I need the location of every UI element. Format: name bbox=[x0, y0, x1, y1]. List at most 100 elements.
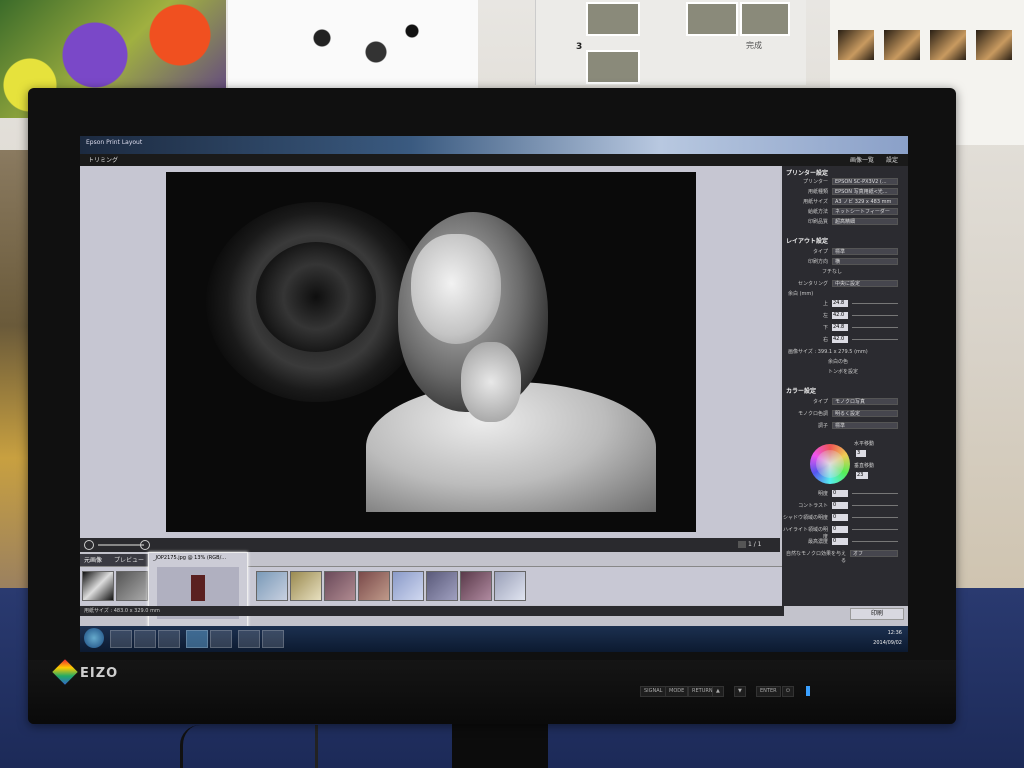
mono-tone-select[interactable]: 明るく設定 bbox=[832, 410, 898, 417]
hw-button-mode[interactable]: MODE bbox=[665, 686, 689, 697]
max-density-label: 最高濃度 bbox=[807, 539, 828, 545]
epson-print-layout-icon[interactable] bbox=[262, 630, 284, 648]
start-button[interactable] bbox=[84, 628, 104, 648]
margin-top-input[interactable]: 24.8 bbox=[832, 300, 848, 307]
thumbnail[interactable] bbox=[426, 571, 458, 601]
margin-left-slider[interactable] bbox=[852, 315, 898, 316]
margin-color-option[interactable]: 余白の色 bbox=[828, 358, 848, 365]
margin-bottom-label: 下 bbox=[822, 325, 828, 331]
preview-canvas[interactable] bbox=[80, 166, 780, 538]
color-section-title[interactable]: カラー設定 bbox=[786, 386, 816, 395]
thumbnail[interactable] bbox=[256, 571, 288, 601]
orientation-select[interactable]: 横 bbox=[832, 258, 898, 265]
menu-settings[interactable]: 設定 bbox=[886, 155, 898, 164]
zoom-out-icon[interactable] bbox=[84, 540, 94, 550]
thumbnail[interactable] bbox=[494, 571, 526, 601]
monitor-stand bbox=[452, 724, 548, 768]
print-button[interactable]: 印刷 bbox=[850, 608, 904, 620]
contrast-slider[interactable] bbox=[852, 505, 898, 506]
margin-right-input[interactable]: 42.0 bbox=[832, 336, 848, 343]
color-row-label: モノクロ色調 bbox=[797, 411, 828, 417]
paper-size-status: 用紙サイズ : 483.0 x 329.0 mm bbox=[84, 608, 160, 614]
eizo-logo-text: EIZO bbox=[80, 666, 119, 681]
hw-button-enter[interactable]: ENTER bbox=[756, 686, 781, 697]
ie-icon[interactable] bbox=[110, 630, 132, 648]
thumbnail[interactable] bbox=[460, 571, 492, 601]
printer-section-title[interactable]: プリンター設定 bbox=[786, 168, 828, 177]
print-quality-select[interactable]: 超高精細 bbox=[832, 218, 898, 225]
color-type-select[interactable]: モノクロ写真 bbox=[832, 398, 898, 405]
rose-center bbox=[256, 242, 376, 352]
poster-step-image bbox=[586, 50, 640, 84]
hw-button-up[interactable]: ▲ bbox=[712, 686, 724, 697]
max-density-slider[interactable] bbox=[852, 541, 898, 542]
hw-button-down[interactable]: ▼ bbox=[734, 686, 746, 697]
windows-taskbar: 12:36 2014/09/02 bbox=[80, 626, 908, 652]
thumbnail[interactable] bbox=[324, 571, 356, 601]
printer-icon[interactable] bbox=[238, 630, 260, 648]
color-row-label: 調子 bbox=[817, 423, 828, 429]
printer-select[interactable]: EPSON SC-PX3V2 (... bbox=[832, 178, 898, 185]
centering-select[interactable]: 中央に設定 bbox=[832, 280, 898, 287]
printer-row-label: プリンター bbox=[802, 179, 828, 185]
color-wheel[interactable] bbox=[810, 444, 850, 484]
natural-mono-select[interactable]: オフ bbox=[850, 550, 898, 557]
max-density-input[interactable]: 0 bbox=[832, 538, 848, 545]
tone-select[interactable]: 標準 bbox=[832, 422, 898, 429]
hw-power-button[interactable]: ⏻ bbox=[782, 686, 794, 697]
margin-left-input[interactable]: 42.0 bbox=[832, 312, 848, 319]
print-preview-photo[interactable] bbox=[166, 172, 696, 532]
zoom-in-icon[interactable] bbox=[140, 540, 150, 550]
shadow-input[interactable]: 0 bbox=[832, 514, 848, 521]
monitor-bezel-bottom bbox=[28, 660, 956, 724]
explorer-icon[interactable] bbox=[134, 630, 156, 648]
margin-left-label: 左 bbox=[822, 313, 828, 319]
window-title: Epson Print Layout bbox=[86, 139, 143, 146]
thumbnail[interactable] bbox=[392, 571, 424, 601]
borderless-checkbox[interactable]: フチなし bbox=[822, 268, 842, 275]
printer-row-label: 給紙方法 bbox=[807, 209, 828, 215]
shadow-slider[interactable] bbox=[852, 517, 898, 518]
menu-trimming[interactable]: トリミング bbox=[88, 155, 118, 164]
image-size-text: 画像サイズ : 399.1 x 279.5 (mm) bbox=[788, 349, 868, 355]
margin-bottom-input[interactable]: 24.8 bbox=[832, 324, 848, 331]
thumbnail[interactable] bbox=[358, 571, 390, 601]
tab-preview[interactable]: プレビュー bbox=[114, 555, 144, 564]
brightness-slider[interactable] bbox=[852, 493, 898, 494]
poster-thumb bbox=[976, 30, 1012, 60]
horizontal-shift-input[interactable]: 3 bbox=[856, 450, 866, 457]
thumbnail[interactable] bbox=[116, 571, 148, 601]
hw-button-signal[interactable]: SIGNAL bbox=[640, 686, 667, 697]
thumbnail[interactable] bbox=[82, 571, 114, 601]
paper-type-select[interactable]: EPSON 写真用紙<光... bbox=[832, 188, 898, 195]
margin-right-slider[interactable] bbox=[852, 339, 898, 340]
printer-row-label: 用紙サイズ bbox=[803, 199, 828, 205]
highlight-input[interactable]: 0 bbox=[832, 526, 848, 533]
brightness-input[interactable]: 0 bbox=[832, 490, 848, 497]
photoshop-icon[interactable] bbox=[186, 630, 208, 648]
vertical-shift-input[interactable]: 23 bbox=[856, 472, 868, 479]
natural-mono-label: 自然なモノクロ効果を与える bbox=[785, 551, 846, 564]
paper-source-select[interactable]: ネットシートフィーダー bbox=[832, 208, 898, 215]
menu-image-list[interactable]: 画像一覧 bbox=[850, 155, 874, 164]
centering-label: センタリング bbox=[797, 281, 828, 287]
layout-type-select[interactable]: 標準 bbox=[832, 248, 898, 255]
layout-section-title[interactable]: レイアウト設定 bbox=[786, 236, 828, 245]
contrast-input[interactable]: 0 bbox=[832, 502, 848, 509]
margin-bottom-slider[interactable] bbox=[852, 327, 898, 328]
paper-size-select[interactable]: A3 ノビ 329 x 483 mm bbox=[832, 198, 898, 205]
cable bbox=[180, 725, 223, 768]
app-icon[interactable] bbox=[210, 630, 232, 648]
tab-original[interactable]: 元画像 bbox=[84, 555, 102, 564]
thumbnail[interactable] bbox=[290, 571, 322, 601]
clock-time: 12:36 bbox=[887, 630, 902, 636]
zoom-slider[interactable] bbox=[98, 544, 144, 546]
printer-row-label: 印刷品質 bbox=[807, 219, 828, 225]
margin-top-slider[interactable] bbox=[852, 303, 898, 304]
media-player-icon[interactable] bbox=[158, 630, 180, 648]
cable bbox=[315, 725, 348, 768]
highlight-slider[interactable] bbox=[852, 529, 898, 530]
page-prev-icon[interactable] bbox=[738, 541, 746, 548]
margin-right-label: 右 bbox=[822, 337, 828, 343]
crop-mark-checkbox[interactable]: トンボを設定 bbox=[828, 368, 858, 375]
